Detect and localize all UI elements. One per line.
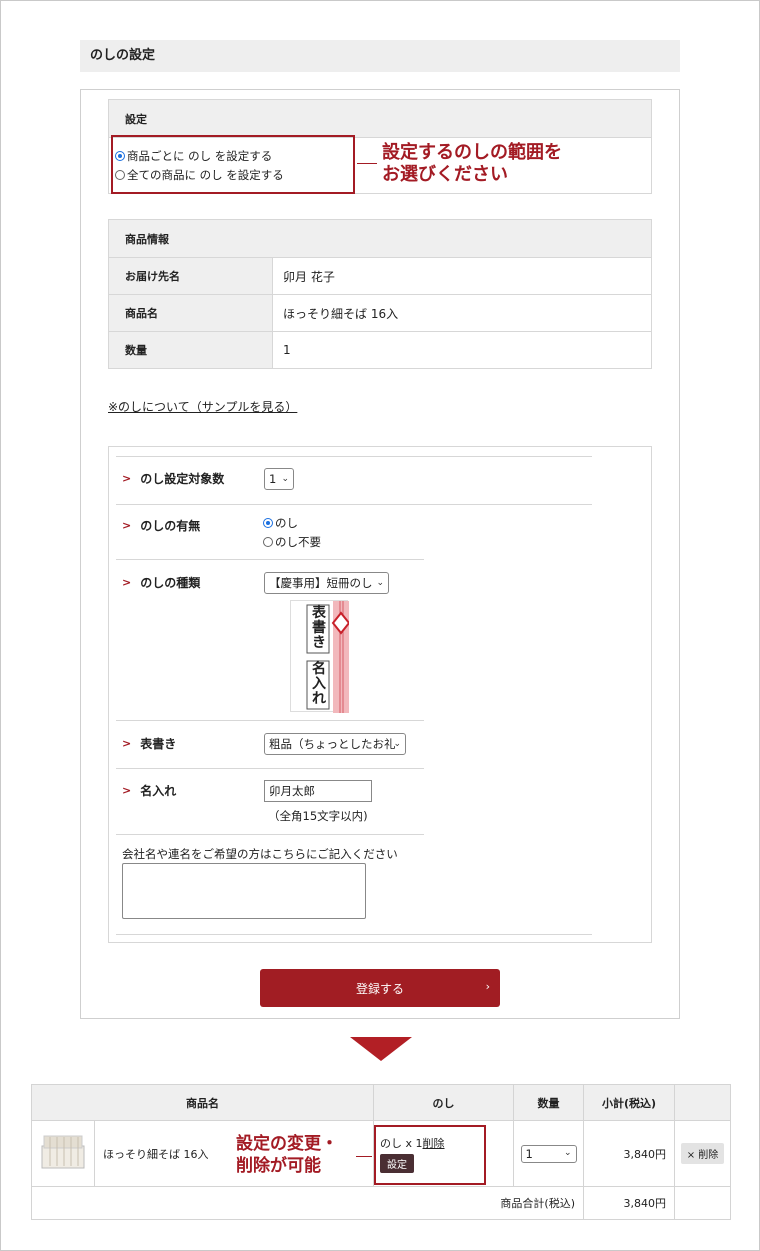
- scope-callout: 設定するのしの範囲を お選びください: [382, 142, 562, 186]
- type-label: のしの種類: [140, 576, 201, 590]
- scope-callout-line1: 設定するのしの範囲を: [382, 142, 562, 163]
- quantity-value: 1: [272, 331, 652, 369]
- highlight-box-scope: [111, 135, 355, 194]
- option-no-noshi[interactable]: のし不要: [263, 532, 321, 551]
- omote-label: 表書き: [140, 737, 177, 751]
- down-arrow-icon: [350, 1037, 412, 1061]
- product-name-value: ほっそり細そば 16入: [272, 294, 652, 332]
- radio-noshi[interactable]: [263, 517, 273, 528]
- presence-options: のし のし不要: [263, 513, 321, 551]
- cart-total-value: 3,840円: [583, 1186, 675, 1220]
- product-thumbnail: [41, 1135, 85, 1169]
- cart-qty-select[interactable]: 1 ⌄: [520, 1144, 577, 1163]
- quantity-label: 数量: [108, 331, 273, 369]
- callout-connector: [357, 163, 377, 164]
- form-divider: [116, 834, 424, 835]
- form-divider: [116, 934, 592, 935]
- chevron-right-icon: >: [122, 737, 132, 750]
- chevron-right-icon: >: [122, 576, 132, 589]
- form-divider: [116, 720, 424, 721]
- register-button-label: 登録する: [355, 981, 404, 996]
- name-row-label: > 名入れ: [122, 782, 176, 799]
- scope-callout-line2: お選びください: [382, 164, 508, 185]
- chevron-down-icon: ⌄: [281, 474, 289, 484]
- comment-textarea[interactable]: [122, 863, 366, 919]
- count-select-value: 1: [269, 472, 277, 486]
- name-char: れ: [312, 691, 326, 707]
- type-select-value: 【慶事用】短冊のし: [269, 576, 373, 590]
- count-select[interactable]: 1 ⌄: [264, 468, 294, 490]
- radio-no-noshi[interactable]: [263, 536, 273, 547]
- form-divider: [116, 559, 424, 560]
- option-no-noshi-label: のし不要: [275, 534, 321, 549]
- presence-row-label: > のしの有無: [122, 517, 200, 534]
- chevron-right-icon: >: [122, 784, 132, 797]
- option-noshi-label: のし: [275, 515, 298, 530]
- register-button[interactable]: 登録する ›: [260, 969, 500, 1007]
- chevron-right-icon: >: [122, 519, 132, 532]
- cart-header-noshi: のし: [373, 1084, 514, 1121]
- omote-char: 書: [312, 620, 326, 636]
- callout-connector: [356, 1156, 372, 1157]
- omote-select-value: 粗品（ちょっとしたお礼: [269, 737, 396, 751]
- product-info-header: 商品情報: [108, 219, 652, 258]
- cart-total-label: 商品合計(税込): [31, 1186, 584, 1220]
- omote-row-label: > 表書き: [122, 735, 176, 752]
- name-hint: （全角15文字以内): [268, 809, 368, 823]
- option-noshi[interactable]: のし: [263, 513, 321, 532]
- edit-callout: 設定の変更・ 削除が可能: [236, 1133, 338, 1177]
- chevron-down-icon: ⌄: [376, 578, 384, 588]
- omote-select[interactable]: 粗品（ちょっとしたお礼 ⌄: [264, 733, 406, 755]
- cart-qty-value: 1: [525, 1146, 533, 1161]
- cart-header-action: [674, 1084, 731, 1121]
- product-thumbnail-cell: [31, 1120, 95, 1187]
- name-sample-text: 名 入 れ: [309, 662, 329, 707]
- cart-remove-cell: × 削除: [674, 1120, 731, 1187]
- name-input[interactable]: 卯月太郎: [264, 780, 372, 802]
- form-divider: [116, 504, 592, 505]
- edit-callout-line1: 設定の変更・: [236, 1134, 338, 1154]
- chevron-right-icon: ›: [485, 980, 490, 993]
- edit-callout-line2: 削除が可能: [236, 1156, 321, 1176]
- presence-label: のしの有無: [140, 519, 201, 533]
- count-label: のし設定対象数: [140, 472, 225, 486]
- noshi-sample-link[interactable]: ※のしについて（サンプルを見る）: [108, 398, 297, 415]
- cart-price: 3,840円: [583, 1120, 675, 1187]
- product-info-table: 商品情報 お届け先名 卯月 花子 商品名 ほっそり細そば 16入 数量 1: [108, 219, 652, 369]
- form-divider: [116, 456, 592, 457]
- chevron-down-icon: ⌄: [393, 739, 401, 749]
- settings-header: 設定: [108, 99, 652, 138]
- section-title: のしの設定: [80, 40, 680, 72]
- cart-qty-cell: 1 ⌄: [513, 1120, 584, 1187]
- comment-label: 会社名や連名をご希望の方はこちらにご記入ください: [122, 847, 398, 861]
- type-row-label: > のしの種類: [122, 574, 200, 591]
- cart-header-subtotal: 小計(税込): [583, 1084, 675, 1121]
- recipient-label: お届け先名: [108, 257, 273, 295]
- chevron-right-icon: >: [122, 472, 132, 485]
- recipient-value: 卯月 花子: [272, 257, 652, 295]
- product-name-label: 商品名: [108, 294, 273, 332]
- noshi-sample-image: 表 書 き 名 入 れ: [290, 600, 351, 713]
- cart-header-qty: 数量: [513, 1084, 584, 1121]
- omote-sample-text: 表 書 き: [309, 606, 329, 651]
- name-label: 名入れ: [140, 784, 177, 798]
- chevron-down-icon: ⌄: [563, 1147, 572, 1158]
- cart-total-empty: [674, 1186, 731, 1220]
- type-select[interactable]: 【慶事用】短冊のし ⌄: [264, 572, 389, 594]
- remove-item-button[interactable]: × 削除: [680, 1143, 725, 1164]
- cart-header-product: 商品名: [31, 1084, 374, 1121]
- name-char: 入: [312, 676, 326, 692]
- name-char: 名: [312, 661, 326, 677]
- omote-char: き: [312, 635, 326, 651]
- count-row-label: > のし設定対象数: [122, 470, 224, 487]
- form-divider: [116, 768, 424, 769]
- omote-char: 表: [312, 605, 326, 621]
- highlight-box-noshi: [374, 1125, 486, 1185]
